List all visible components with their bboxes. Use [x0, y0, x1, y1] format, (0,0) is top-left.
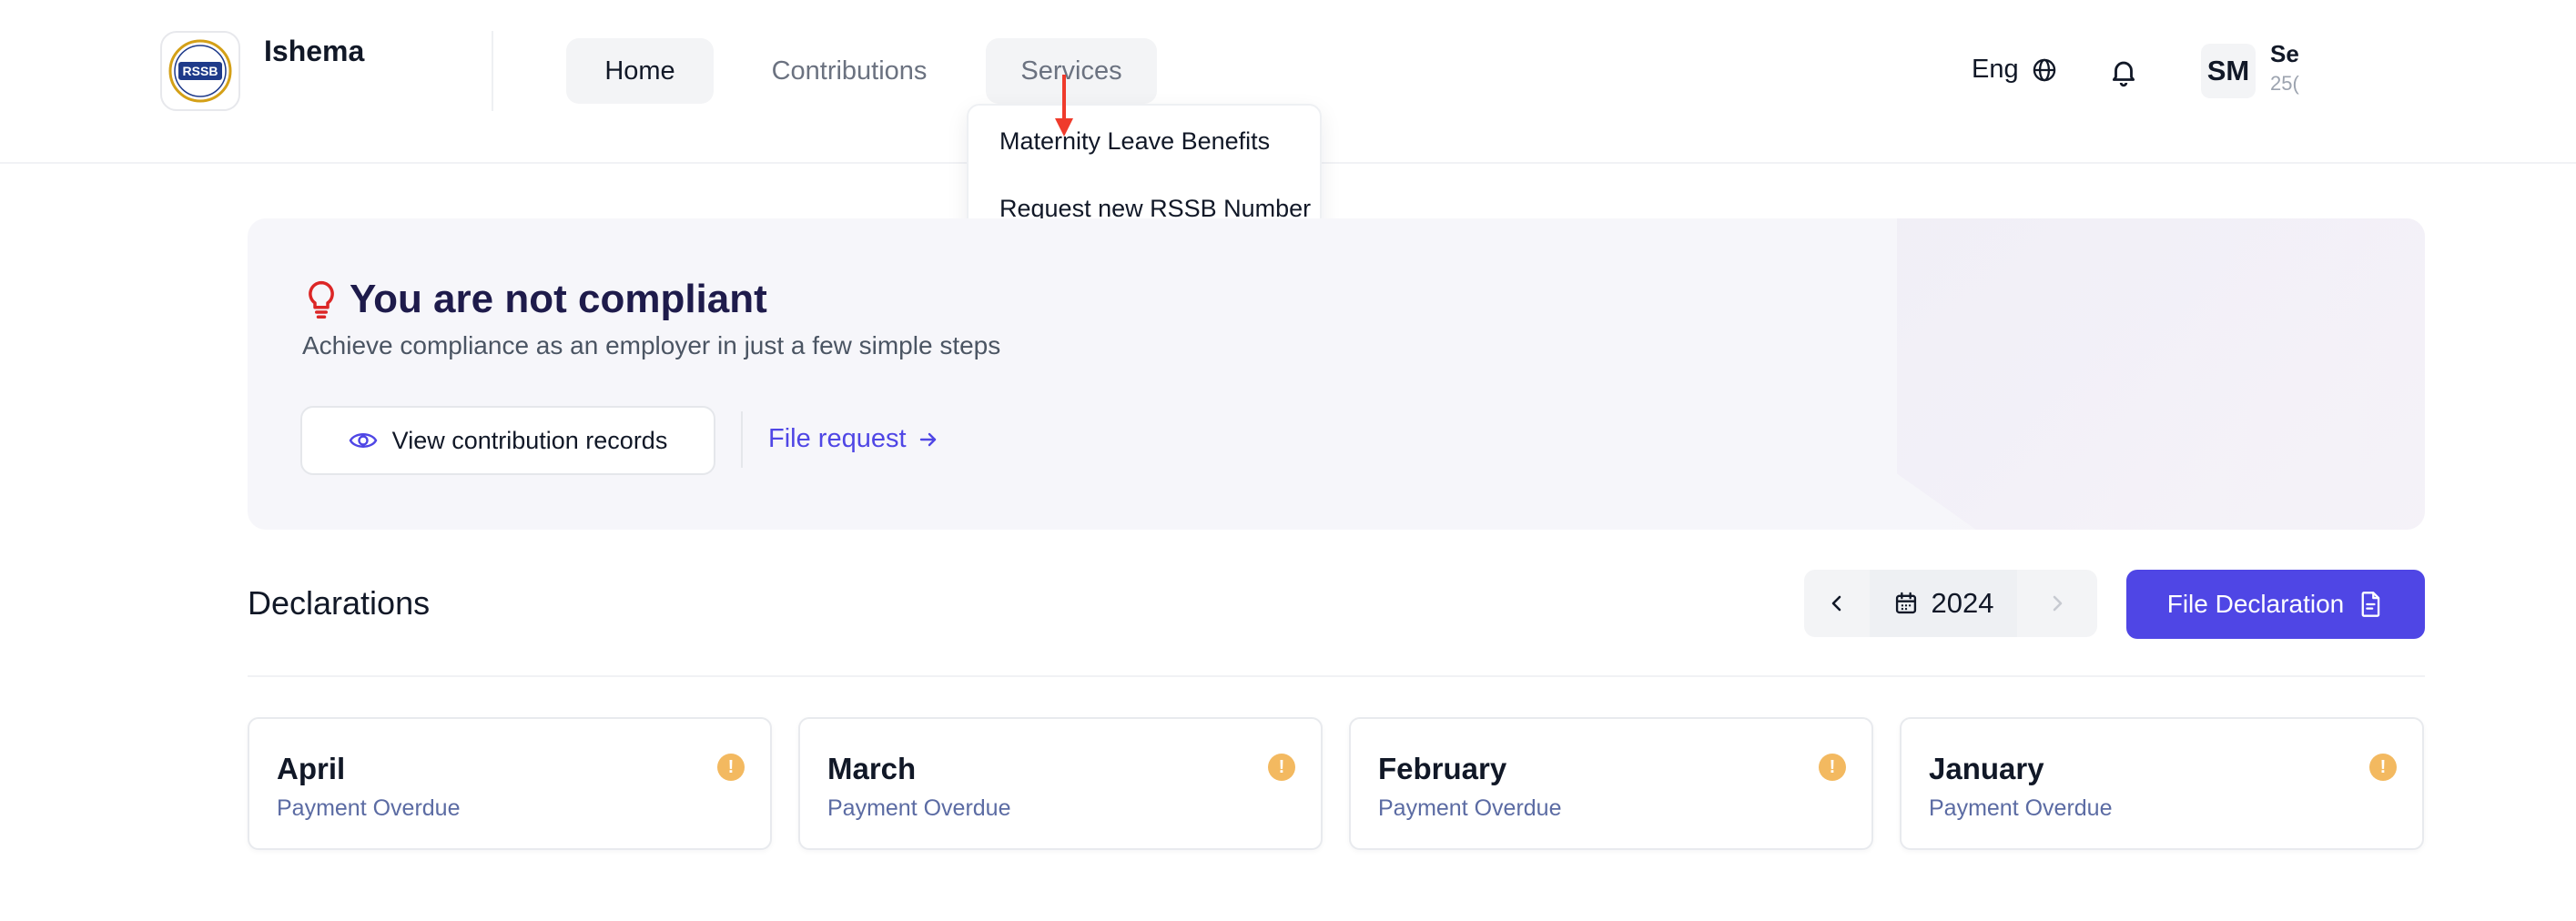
file-request-link[interactable]: File request [768, 424, 939, 454]
avatar[interactable]: SM [2201, 44, 2256, 98]
banner-title: You are not compliant [350, 277, 767, 321]
rssb-logo-icon: RSSB [168, 39, 232, 103]
card-status: Payment Overdue [827, 795, 1011, 821]
file-document-icon [2361, 592, 2380, 617]
menu-item-maternity-leave-benefits[interactable]: Maternity Leave Benefits [999, 127, 1270, 156]
card-month: March [827, 752, 917, 785]
card-month: January [1929, 752, 2044, 785]
language-selector[interactable]: Eng [1972, 55, 2057, 85]
file-request-label: File request [768, 424, 907, 453]
card-month: February [1378, 752, 1507, 785]
banner-title-row: You are not compliant [302, 277, 767, 322]
previous-year-button[interactable] [1804, 570, 1870, 637]
year-display[interactable]: 2024 [1870, 570, 2017, 637]
nav-tab-home[interactable]: Home [566, 38, 714, 104]
warning-icon: ! [717, 754, 745, 781]
compliance-banner: You are not compliant Achieve compliance… [248, 218, 2425, 530]
lightbulb-icon [309, 280, 334, 319]
language-label: Eng [1972, 55, 2019, 84]
declaration-card-april[interactable]: April Payment Overdue ! [248, 717, 772, 850]
nav-tab-contributions[interactable]: Contributions [746, 38, 952, 104]
chevron-right-icon [2053, 595, 2063, 612]
user-subtext: 25( [2270, 72, 2299, 95]
banner-decoration [1897, 218, 2425, 530]
next-year-button[interactable] [2017, 570, 2097, 637]
warning-icon: ! [2369, 754, 2397, 781]
rssb-logo[interactable]: RSSB [160, 31, 240, 111]
warning-icon: ! [1819, 754, 1846, 781]
declaration-card-january[interactable]: January Payment Overdue ! [1900, 717, 2424, 850]
bell-icon [2112, 61, 2135, 87]
notifications-button[interactable] [2108, 56, 2139, 92]
year-selector: 2024 [1804, 570, 2097, 637]
calendar-icon [1895, 592, 1916, 614]
declarations-divider [248, 675, 2425, 677]
chevron-left-icon [1831, 595, 1841, 612]
view-contribution-records-label: View contribution records [391, 426, 668, 454]
card-status: Payment Overdue [1929, 795, 2113, 821]
logo-text: RSSB [183, 64, 218, 78]
card-status: Payment Overdue [1378, 795, 1562, 821]
declaration-card-march[interactable]: March Payment Overdue ! [798, 717, 1323, 850]
declarations-title: Declarations [248, 584, 431, 622]
user-info[interactable]: Se 25( [2270, 40, 2299, 104]
arrow-right-icon [919, 432, 936, 446]
user-name: Se [2270, 40, 2299, 67]
year-label: 2024 [1931, 587, 1994, 619]
view-contribution-records-button[interactable]: View contribution records [300, 406, 715, 475]
annotation-arrow-icon [1055, 75, 1073, 137]
warning-icon: ! [1268, 754, 1295, 781]
app-name: Ishema [264, 35, 365, 67]
header-divider [492, 31, 493, 111]
banner-subtitle: Achieve compliance as an employer in jus… [302, 331, 1001, 359]
declaration-card-february[interactable]: February Payment Overdue ! [1349, 717, 1873, 850]
card-status: Payment Overdue [277, 795, 461, 821]
card-month: April [277, 752, 346, 785]
globe-icon [2033, 58, 2055, 81]
eye-icon [349, 433, 378, 448]
file-declaration-label: File Declaration [2166, 590, 2345, 618]
file-declaration-button[interactable]: File Declaration [2126, 570, 2425, 639]
banner-divider [741, 411, 743, 468]
